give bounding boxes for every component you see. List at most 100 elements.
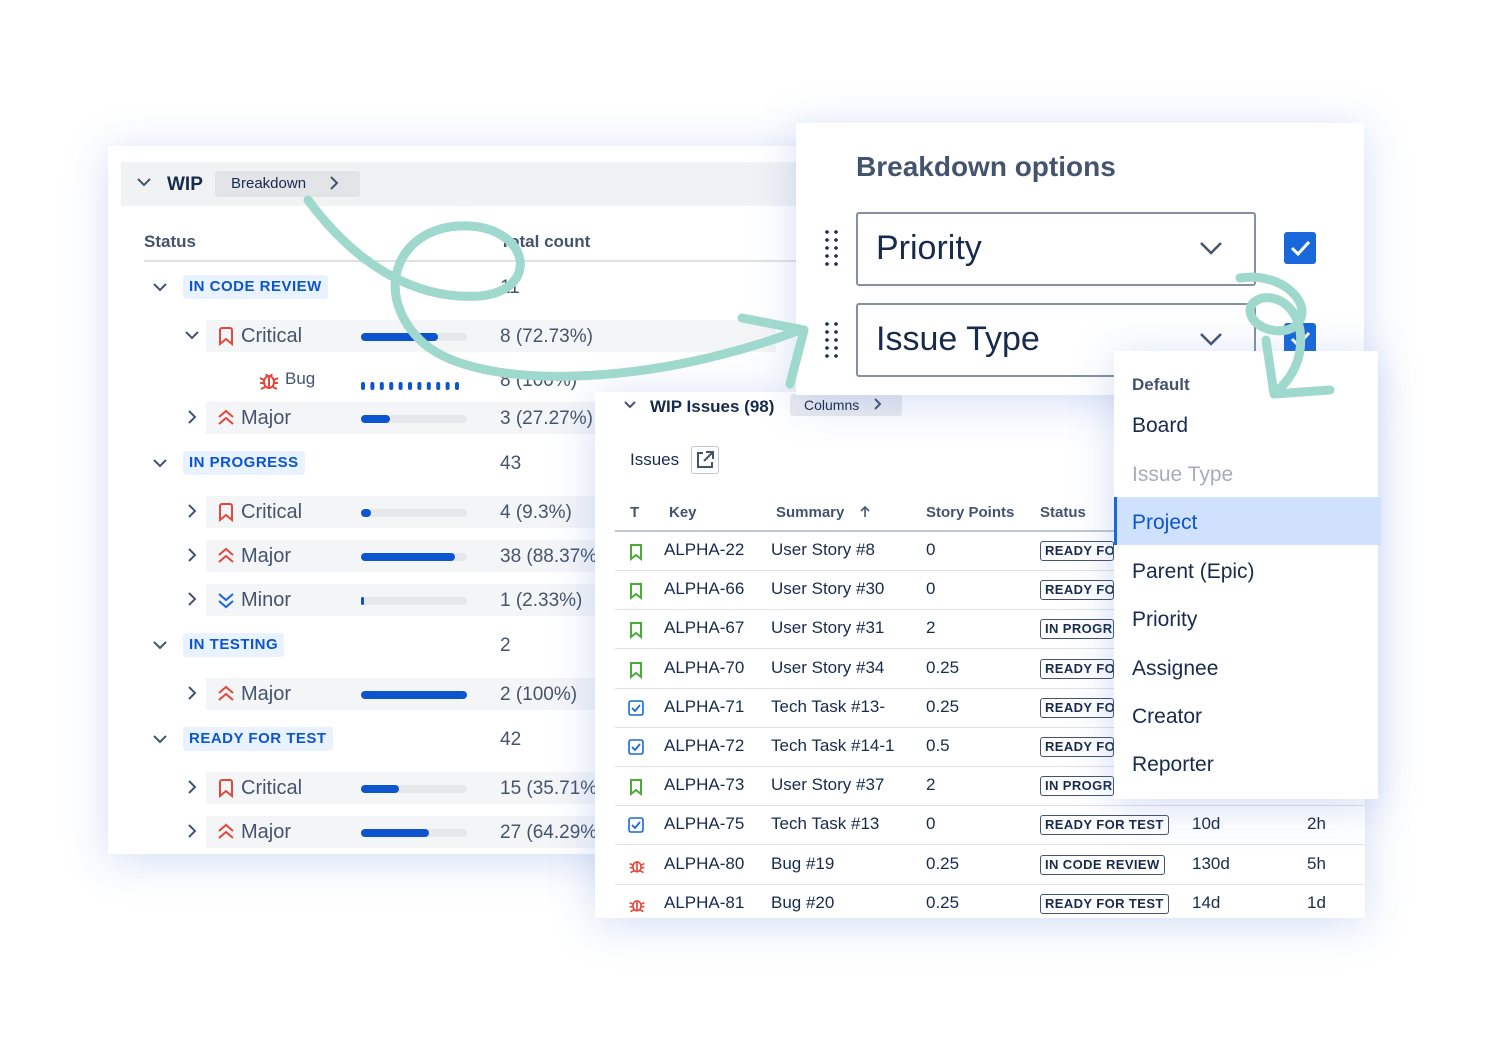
breakdown-row-value: 1 (2.33%) <box>500 590 583 611</box>
progress-dot <box>408 382 412 390</box>
chevron-down-icon[interactable] <box>152 637 168 658</box>
chevron-right-icon[interactable] <box>184 503 200 524</box>
progress-dot <box>389 382 394 390</box>
breakdown-button[interactable]: Breakdown <box>215 171 360 197</box>
group-total-count: 43 <box>500 453 522 474</box>
status-lozenge: IN TESTING <box>183 633 285 657</box>
progress-bar-track <box>361 415 467 423</box>
issue-story-points: 2 <box>926 775 936 795</box>
columns-button[interactable]: Columns <box>790 394 902 416</box>
dropdown-item-priority[interactable]: Priority <box>1132 608 1197 632</box>
column-header-story-points[interactable]: Story Points <box>926 504 1014 521</box>
breakdown-row-label: Minor <box>241 589 292 611</box>
dropdown-item-board[interactable]: Board <box>1132 414 1188 438</box>
story-type-icon <box>628 582 644 605</box>
major-priority-icon <box>216 408 236 433</box>
wip-issues-title: WIP Issues (98) <box>650 397 775 416</box>
issue-status-lozenge: IN CODE REVIEW <box>1040 854 1165 875</box>
issue-status-lozenge: IN PROGRESS <box>1040 776 1114 797</box>
issue-key-link[interactable]: ALPHA-75 <box>664 814 744 834</box>
major-priority-icon <box>216 684 236 709</box>
dropdown-item-assignee[interactable]: Assignee <box>1132 657 1218 681</box>
breakdown-options-title: Breakdown options <box>856 151 1116 182</box>
drag-handle-icon[interactable] <box>824 321 840 364</box>
progress-bar-track <box>361 553 467 561</box>
breakdown-row-value: 4 (9.3%) <box>500 502 572 523</box>
breakdown-row-value: 38 (88.37%) <box>500 546 604 567</box>
dropdown-item-reporter[interactable]: Reporter <box>1132 753 1214 777</box>
issue-time-logged: 2h <box>1307 814 1326 834</box>
select-value: Priority <box>876 229 982 267</box>
progress-dot <box>426 382 431 390</box>
issue-key-link[interactable]: ALPHA-70 <box>664 658 744 678</box>
issue-key-link[interactable]: ALPHA-67 <box>664 618 744 638</box>
issue-story-points: 0 <box>926 814 936 834</box>
dropdown-item-creator[interactable]: Creator <box>1132 705 1202 729</box>
breakdown-label: Breakdown <box>231 175 307 192</box>
breakdown-row-value: 15 (35.71%) <box>500 778 604 799</box>
status-lozenge: IN CODE REVIEW <box>183 275 328 299</box>
issue-key-link[interactable]: ALPHA-72 <box>664 736 744 756</box>
issue-key-link[interactable]: ALPHA-71 <box>664 697 744 717</box>
progress-bar-track <box>361 829 467 837</box>
open-external-icon[interactable] <box>691 446 719 474</box>
breakdown-select-1[interactable]: Priority <box>856 212 1256 286</box>
dropdown-item-parent-epic[interactable]: Parent (Epic) <box>1132 560 1255 584</box>
issues-label: Issues <box>630 450 680 469</box>
issue-status-lozenge: IN PROGRESS <box>1040 619 1114 640</box>
columns-label: Columns <box>804 397 860 413</box>
wip-header[interactable]: WIP Breakdown <box>121 162 811 206</box>
story-type-icon <box>628 621 644 644</box>
issue-key-link[interactable]: ALPHA-66 <box>664 579 744 599</box>
chevron-right-icon[interactable] <box>184 547 200 568</box>
chevron-down-icon[interactable] <box>152 455 168 476</box>
row-divider <box>615 844 1365 846</box>
critical-priority-icon <box>216 326 236 351</box>
breakdown-row-value: 27 (64.29%) <box>500 822 604 843</box>
bug-icon <box>258 370 280 397</box>
chevron-down-icon[interactable] <box>152 279 168 300</box>
breakdown-dropdown-menu: Default Board Issue Type Project Parent … <box>1114 351 1381 799</box>
column-header-key[interactable]: Key <box>669 504 697 521</box>
chevron-down-icon[interactable] <box>184 327 200 348</box>
breakdown-row-value: 8 (100%) <box>500 370 578 391</box>
chevron-right-icon[interactable] <box>184 779 200 800</box>
progress-bar-track <box>361 509 467 517</box>
issue-key-link[interactable]: ALPHA-22 <box>664 540 744 560</box>
issue-key-link[interactable]: ALPHA-81 <box>664 893 744 913</box>
chevron-right-icon[interactable] <box>184 409 200 430</box>
issue-summary: Tech Task #14-1 <box>771 736 895 755</box>
chevron-down-icon[interactable] <box>135 173 153 196</box>
drag-handle-icon[interactable] <box>824 229 840 272</box>
status-lozenge: IN PROGRESS <box>183 451 305 475</box>
issue-status-lozenge: READY FOR TEST <box>1040 737 1114 757</box>
issue-status-lozenge: READY FOR TEST <box>1040 541 1114 561</box>
issue-summary: User Story #8 <box>771 540 875 559</box>
issue-summary: Tech Task #13- <box>771 696 886 716</box>
row-divider <box>615 883 1365 885</box>
chevron-right-icon[interactable] <box>184 685 200 706</box>
column-header-status[interactable]: Status <box>1040 504 1086 521</box>
issue-summary: User Story #30 <box>771 579 885 599</box>
column-header-summary[interactable]: Summary <box>776 504 844 521</box>
chevron-right-icon <box>872 397 884 416</box>
task-type-icon <box>628 699 644 721</box>
chevron-down-icon[interactable] <box>623 398 637 417</box>
progress-bar-fill-dotted <box>361 382 459 390</box>
select-value: Issue Type <box>876 320 1040 358</box>
breakdown-row-label: Major <box>241 683 292 705</box>
dropdown-item-project[interactable]: Project <box>1132 511 1197 535</box>
chevron-down-icon <box>1198 330 1224 353</box>
issue-status-lozenge: READY FOR TEST <box>1040 893 1169 914</box>
chevron-down-icon[interactable] <box>152 731 168 752</box>
chevron-right-icon[interactable] <box>184 823 200 844</box>
progress-bar-fill <box>361 415 390 423</box>
issue-key-link[interactable]: ALPHA-73 <box>664 775 744 795</box>
issue-key-link[interactable]: ALPHA-80 <box>664 854 744 874</box>
issue-summary: User Story #34 <box>771 657 885 677</box>
issue-story-points: 0.25 <box>926 892 960 912</box>
task-type-icon <box>628 817 644 838</box>
sort-ascending-icon[interactable] <box>858 505 872 524</box>
chevron-right-icon[interactable] <box>184 591 200 612</box>
breakdown-checkbox-1[interactable] <box>1284 232 1316 264</box>
